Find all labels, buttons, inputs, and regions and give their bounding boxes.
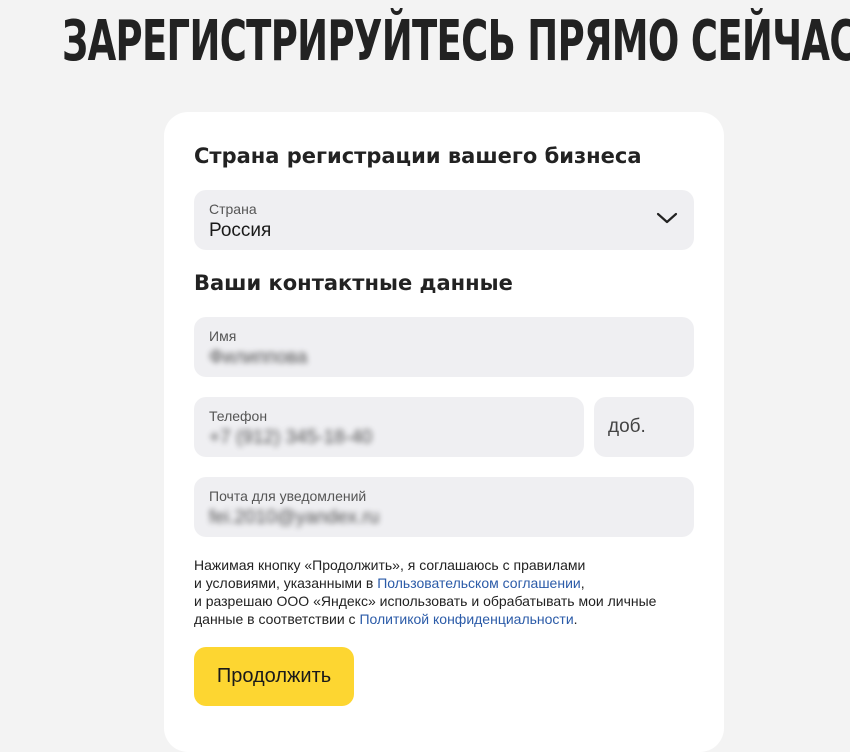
chevron-down-icon[interactable]	[656, 210, 678, 226]
consent-line-4: данные в соответствии с Политикой конфид…	[194, 610, 704, 628]
country-select[interactable]: Страна Россия	[194, 190, 694, 250]
name-label: Имя	[209, 328, 237, 344]
continue-button[interactable]: Продолжить	[194, 647, 354, 706]
country-label: Страна	[209, 201, 257, 217]
country-value: Россия	[209, 220, 272, 241]
extension-placeholder: доб.	[608, 416, 646, 437]
consent-line-1: Нажимая кнопку «Продолжить», я соглашаюс…	[194, 557, 586, 573]
name-field[interactable]: Имя Филиппова	[194, 317, 694, 377]
consent-line-4-text: данные в соответствии с	[194, 611, 360, 627]
consent-line-2-end: ,	[580, 575, 585, 591]
consent-line-3: и разрешаю ООО «Яндекс» использовать и о…	[194, 593, 657, 609]
country-section-title: Страна регистрации вашего бизнеса	[194, 144, 642, 168]
contact-section-title: Ваши контактные данные	[194, 271, 513, 295]
registration-form-card: Страна регистрации вашего бизнеса Страна…	[164, 112, 724, 752]
email-value: fei.2010@yandex.ru	[209, 507, 380, 528]
consent-line-2-text: и условиями, указанными в	[194, 575, 378, 591]
privacy-policy-link[interactable]: Политикой конфиденциальности	[359, 611, 573, 627]
consent-line-4-end: .	[573, 611, 578, 627]
user-agreement-link[interactable]: Пользовательском соглашении	[377, 575, 581, 591]
phone-extension-field[interactable]: доб.	[594, 397, 694, 457]
phone-label: Телефон	[209, 408, 268, 424]
name-value: Филиппова	[209, 347, 308, 368]
consent-line-2: и условиями, указанными в Пользовательск…	[194, 574, 704, 592]
email-label: Почта для уведомлений	[209, 488, 367, 504]
email-field[interactable]: Почта для уведомлений fei.2010@yandex.ru	[194, 477, 694, 537]
phone-value: +7 (912) 345-18-40	[209, 427, 373, 448]
phone-field[interactable]: Телефон +7 (912) 345-18-40	[194, 397, 584, 457]
consent-text: Нажимая кнопку «Продолжить», я соглашаюс…	[194, 556, 704, 628]
page-headline: ЗАРЕГИСТРИРУЙТЕСЬ ПРЯМО СЕЙЧАС	[62, 9, 850, 74]
